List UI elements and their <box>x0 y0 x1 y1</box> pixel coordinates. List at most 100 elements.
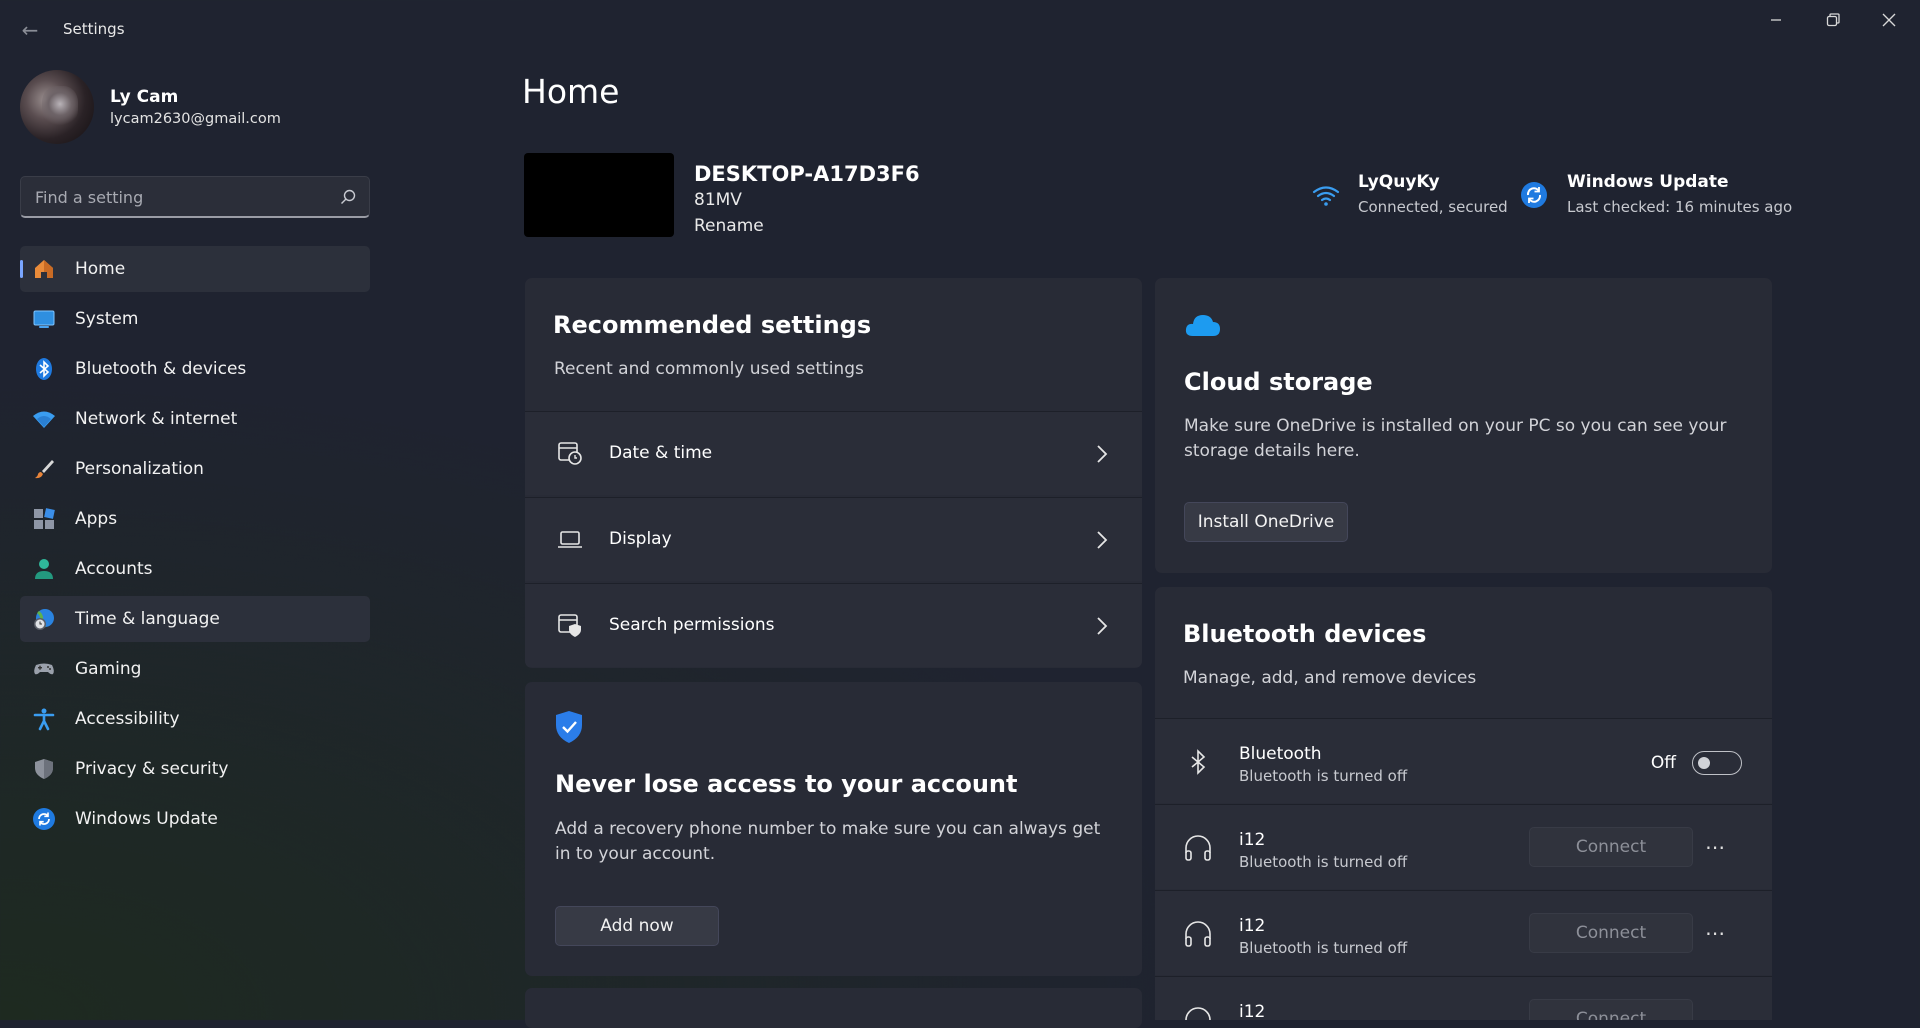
network-status-text: Connected, secured <box>1358 198 1508 216</box>
headphones-icon <box>1185 921 1211 947</box>
device-status: Bluetooth is turned off <box>1239 853 1408 871</box>
sidebar-item-label: Bluetooth & devices <box>75 359 247 379</box>
bluetooth-status: Bluetooth is turned off <box>1239 767 1408 785</box>
restore-icon <box>1826 13 1840 27</box>
close-icon <box>1882 13 1896 27</box>
app-title: Settings <box>63 20 125 38</box>
next-card <box>525 988 1142 1028</box>
sidebar-item-label: Home <box>75 259 126 279</box>
bluetooth-device-row: i12 Bluetooth is turned off Connect ⋯ <box>1155 890 1772 975</box>
accessibility-icon <box>32 707 56 731</box>
shield-icon <box>32 757 56 781</box>
device-status: Bluetooth is turned off <box>1239 939 1408 957</box>
card-title: Bluetooth devices <box>1183 620 1427 648</box>
sidebar-item-label: Privacy & security <box>75 759 229 779</box>
more-options-button[interactable]: ⋯ <box>1705 835 1726 859</box>
bluetooth-icon <box>1191 749 1206 775</box>
sidebar-item-bluetooth[interactable]: Bluetooth & devices <box>20 346 370 392</box>
headphones-icon <box>1185 835 1211 861</box>
bluetooth-device-row: i12 Connect <box>1155 976 1772 1020</box>
bluetooth-toggle[interactable] <box>1692 751 1742 775</box>
wifi-icon <box>32 407 56 431</box>
connect-button[interactable]: Connect <box>1529 827 1693 867</box>
chevron-right-icon <box>1097 445 1108 463</box>
install-onedrive-button[interactable]: Install OneDrive <box>1184 502 1348 542</box>
search-box <box>20 176 370 218</box>
sidebar-item-windows-update[interactable]: Windows Update <box>20 796 370 842</box>
card-title: Cloud storage <box>1184 368 1373 396</box>
sidebar-item-system[interactable]: System <box>20 296 370 342</box>
wifi-icon <box>1312 186 1340 206</box>
gamepad-icon <box>32 657 56 681</box>
sidebar-item-network[interactable]: Network & internet <box>20 396 370 442</box>
headphones-icon <box>1185 1007 1211 1020</box>
sidebar-item-label: Accounts <box>75 559 153 579</box>
card-body: Make sure OneDrive is installed on your … <box>1184 416 1727 461</box>
recommended-item-display[interactable]: Display <box>525 497 1142 581</box>
restore-button[interactable] <box>1810 6 1856 34</box>
bluetooth-toggle-row: Bluetooth Bluetooth is turned off Off <box>1155 718 1772 803</box>
bluetooth-label: Bluetooth <box>1239 744 1322 764</box>
sidebar-item-label: System <box>75 309 139 329</box>
recommended-settings-card: Recommended settings Recent and commonly… <box>525 278 1142 668</box>
minimize-button[interactable] <box>1753 6 1799 34</box>
cloud-icon <box>1185 315 1220 336</box>
update-status-text: Last checked: 16 minutes ago <box>1567 198 1793 216</box>
search-icon[interactable] <box>339 188 357 206</box>
add-now-button[interactable]: Add now <box>555 906 719 946</box>
card-title: Recommended settings <box>553 311 872 339</box>
sidebar-item-home[interactable]: Home <box>20 246 370 292</box>
search-input[interactable] <box>33 177 333 217</box>
account-recovery-card: Never lose access to your account Add a … <box>525 682 1142 976</box>
more-options-button[interactable]: ⋯ <box>1705 921 1726 945</box>
card-title: Never lose access to your account <box>555 770 1018 798</box>
sidebar-item-label: Time & language <box>75 609 220 629</box>
update-icon <box>32 807 56 831</box>
page-title: Home <box>522 72 620 111</box>
sidebar-item-apps[interactable]: Apps <box>20 496 370 542</box>
row-label: Display <box>609 529 672 549</box>
chevron-right-icon <box>1097 617 1108 635</box>
back-button[interactable]: ← <box>18 18 42 42</box>
sidebar-item-label: Windows Update <box>75 809 218 829</box>
update-title: Windows Update <box>1567 172 1729 192</box>
cloud-storage-card: Cloud storage Make sure OneDrive is inst… <box>1155 278 1772 573</box>
bluetooth-icon <box>32 357 56 381</box>
sidebar-item-label: Accessibility <box>75 709 180 729</box>
device-name: i12 <box>1239 1002 1266 1020</box>
sidebar-item-label: Apps <box>75 509 118 529</box>
network-name: LyQuyKy <box>1358 172 1440 192</box>
device-name: i12 <box>1239 916 1266 936</box>
sidebar-item-time-language[interactable]: Time & language <box>20 596 370 642</box>
update-icon <box>1521 182 1547 208</box>
globe-clock-icon <box>32 607 56 631</box>
avatar[interactable] <box>20 70 94 144</box>
device-model: 81MV <box>694 190 742 210</box>
title-bar: ← Settings <box>0 0 1920 60</box>
sidebar-item-personalization[interactable]: Personalization <box>20 446 370 492</box>
profile-email: lycam2630@gmail.com <box>110 111 281 127</box>
recommended-item-search-permissions[interactable]: Search permissions <box>525 583 1142 667</box>
connect-button[interactable]: Connect <box>1529 999 1693 1020</box>
laptop-icon <box>558 531 582 548</box>
sidebar-item-label: Gaming <box>75 659 142 679</box>
home-icon <box>32 257 56 281</box>
sidebar-item-label: Personalization <box>75 459 204 479</box>
sidebar-item-accounts[interactable]: Accounts <box>20 546 370 592</box>
sidebar-item-label: Network & internet <box>75 409 238 429</box>
sidebar-nav: Home System Bluetooth & devices Network … <box>20 246 370 846</box>
card-body: Add a recovery phone number to make sure… <box>555 819 1101 864</box>
toggle-state-label: Off <box>1650 753 1676 773</box>
sidebar-item-accessibility[interactable]: Accessibility <box>20 696 370 742</box>
close-button[interactable] <box>1866 6 1912 34</box>
sidebar-item-gaming[interactable]: Gaming <box>20 646 370 692</box>
card-subtitle: Manage, add, and remove devices <box>1183 668 1477 688</box>
rename-link[interactable]: Rename <box>694 216 764 236</box>
minimize-icon <box>1771 19 1781 21</box>
sidebar-item-privacy[interactable]: Privacy & security <box>20 746 370 792</box>
row-label: Search permissions <box>609 615 775 635</box>
card-subtitle: Recent and commonly used settings <box>554 359 864 379</box>
connect-button[interactable]: Connect <box>1529 913 1693 953</box>
shield-check-icon <box>556 711 582 743</box>
recommended-item-date-time[interactable]: Date & time <box>525 411 1142 495</box>
